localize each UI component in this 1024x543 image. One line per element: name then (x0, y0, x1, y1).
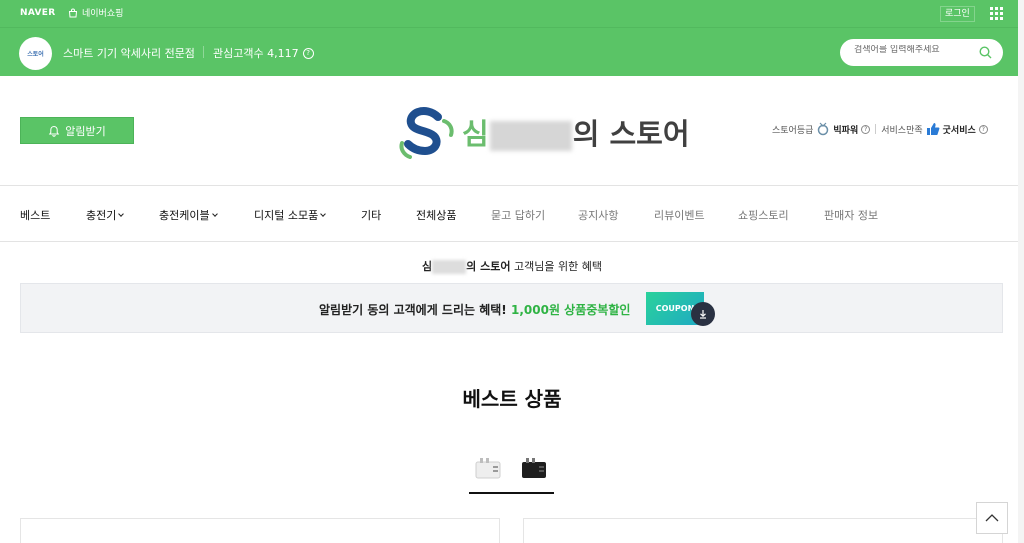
search-box[interactable] (840, 39, 1003, 66)
nav-item-all-products[interactable]: 전체상품 (416, 207, 456, 223)
search-input[interactable] (854, 45, 974, 55)
store-logo-mark (399, 107, 454, 159)
nav-item-etc[interactable]: 기타 (361, 207, 381, 223)
divider (875, 124, 877, 134)
thumbs-up-icon (926, 123, 940, 135)
nav-item-digital-supplies[interactable]: 디지털 소모품 (254, 207, 327, 223)
grade-value: 빅파워 (833, 125, 859, 136)
coupon-label: COUPON (655, 304, 695, 313)
benefit-title-store: 의 스토어 (466, 260, 511, 273)
chevron-down-icon (320, 210, 327, 217)
benefit-title-suffix: 고객님을 위한 혜택 (513, 260, 602, 273)
store-logo-text: 심 의 스토어 (462, 111, 690, 153)
help-icon[interactable]: ? (302, 47, 314, 59)
chevron-up-icon (985, 514, 999, 522)
grade-label: 스토어등급 (772, 125, 814, 136)
download-icon[interactable] (691, 302, 715, 326)
login-button[interactable]: 로그인 (940, 6, 975, 22)
scroll-to-top-button[interactable] (976, 502, 1008, 534)
nav-label: 전체상품 (416, 209, 457, 222)
chevron-down-icon (118, 210, 125, 217)
benefit-highlight: 1,000원 상품중복할인 (510, 303, 631, 317)
service-value: 굿서비스 (942, 125, 976, 136)
nav-label: 쇼핑스토리 (738, 209, 789, 222)
top-bar: NAVER 네이버쇼핑 로그인 (0, 0, 1024, 27)
nav-label: 충전기 (86, 209, 117, 222)
search-icon[interactable] (979, 46, 992, 59)
store-logo-rest: 의 스토어 (572, 117, 690, 151)
benefit-title: 심 의 스토어 고객님을 위한 혜택 (0, 258, 1024, 274)
bell-icon (49, 125, 60, 137)
nav-label: 기타 (361, 209, 382, 222)
store-avatar[interactable]: 스토어 (19, 37, 52, 70)
benefit-text: 알림받기 동의 고객에게 드리는 혜택! 1,000원 상품중복할인 (319, 301, 630, 318)
nav-label: 충전케이블 (159, 209, 210, 222)
store-logo-first: 심 (462, 117, 489, 151)
nav-label: 공지사항 (578, 209, 619, 222)
black-charger-image (522, 458, 546, 478)
nav-item-review-event[interactable]: 리뷰이벤트 (654, 207, 705, 223)
benefit-title-prefix: 심 (422, 260, 433, 273)
store-grade-info: 스토어등급 빅파워 ? 서비스만족 굿서비스 ? (772, 122, 988, 136)
service-label: 서비스만족 (881, 125, 923, 136)
product-card[interactable] (523, 518, 1003, 543)
apps-grid-icon[interactable] (990, 7, 1003, 20)
store-bar: 스토어 스마트 기기 악세사리 전문점 관심고객수 4,117 ? (0, 27, 1024, 76)
product-thumbnail-black-charger[interactable] (515, 448, 553, 488)
store-logo[interactable]: 심 의 스토어 (398, 103, 690, 159)
interest-count: 관심고객수 4,117 ? (213, 45, 314, 61)
nav-item-charging-cable[interactable]: 충전케이블 (159, 207, 218, 223)
nav-item-seller-info[interactable]: 판매자 정보 (824, 207, 878, 223)
grade-help-icon[interactable]: ? (861, 124, 871, 134)
nav-item-qna[interactable]: 묻고 답하기 (491, 207, 545, 223)
naver-shopping-label: 네이버쇼핑 (82, 9, 124, 19)
nav-label: 리뷰이벤트 (654, 209, 705, 222)
nav-label: 디지털 소모품 (254, 209, 319, 222)
store-description: 스마트 기기 악세사리 전문점 (63, 47, 195, 60)
benefit-main-text: 알림받기 동의 고객에게 드리는 혜택! (319, 303, 507, 317)
service-help-icon[interactable]: ? (978, 124, 988, 134)
product-card[interactable] (20, 518, 500, 543)
medal-icon (818, 122, 829, 136)
alarm-label: 알림받기 (65, 124, 106, 138)
scrollbar[interactable] (1018, 0, 1024, 543)
alarm-subscribe-button[interactable]: 알림받기 (20, 117, 134, 144)
nav-label: 판매자 정보 (824, 209, 879, 222)
naver-logo[interactable]: NAVER (20, 8, 55, 18)
divider (203, 46, 204, 58)
nav-item-shopping-story[interactable]: 쇼핑스토리 (738, 207, 789, 223)
nav-item-best[interactable]: 베스트 (20, 207, 50, 223)
product-thumbnail-tabs (469, 448, 554, 494)
benefit-banner: 알림받기 동의 고객에게 드리는 혜택! 1,000원 상품중복할인 COUPO… (20, 283, 1003, 333)
store-avatar-text: 스토어 (27, 51, 44, 58)
nav-label: 베스트 (20, 209, 51, 222)
blurred-name (489, 121, 572, 151)
product-thumbnail-white-charger[interactable] (469, 448, 507, 488)
category-nav: 베스트 충전기 충전케이블 디지털 소모품 기타 전체상품 묻고 답하기 공지사… (0, 185, 1024, 242)
nav-label: 묻고 답하기 (491, 209, 546, 222)
nav-item-notice[interactable]: 공지사항 (578, 207, 618, 223)
naver-shopping-link[interactable]: 네이버쇼핑 (68, 6, 123, 19)
interest-label: 관심고객수 4,117 (213, 47, 299, 60)
best-products-title: 베스트 상품 (462, 387, 562, 411)
blurred-name (432, 260, 467, 274)
nav-item-charger[interactable]: 충전기 (86, 207, 125, 223)
active-tab-underline (469, 492, 554, 494)
white-charger-image (475, 458, 501, 479)
shopping-bag-icon (68, 8, 78, 17)
chevron-down-icon (211, 210, 218, 217)
